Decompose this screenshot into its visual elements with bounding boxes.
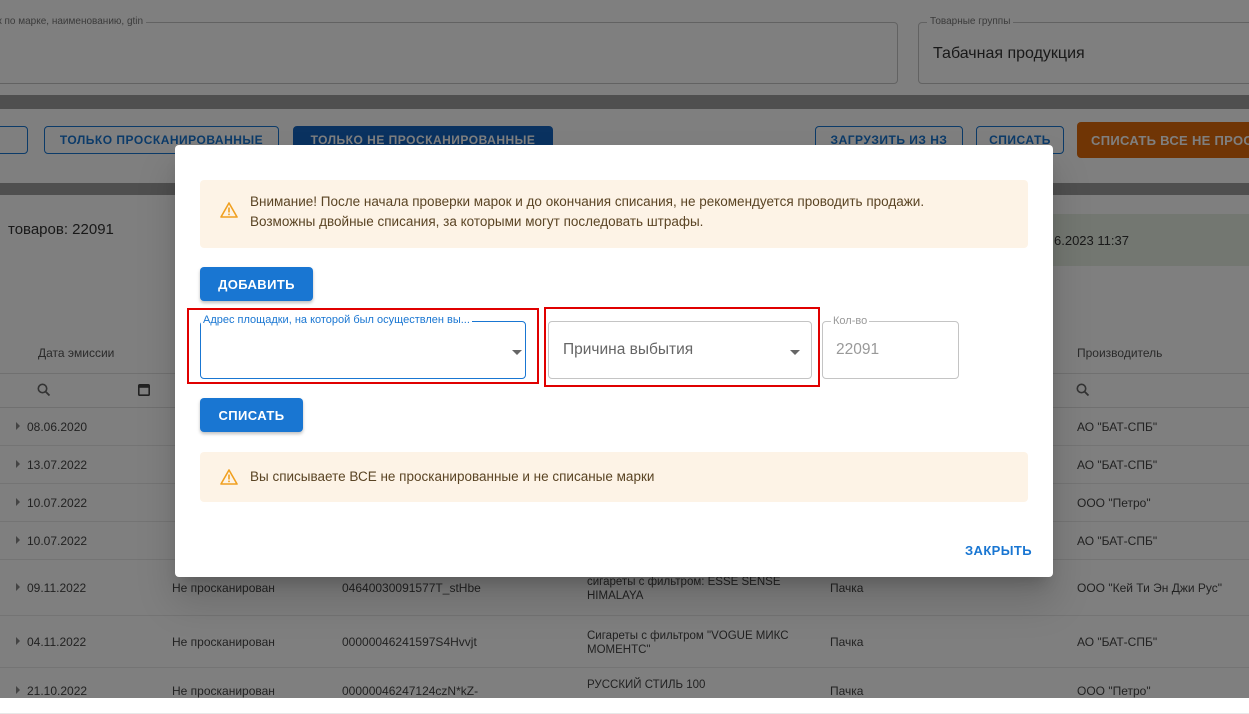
warning-icon (220, 202, 238, 218)
address-caret-icon[interactable] (512, 350, 522, 355)
add-button[interactable]: ДОБАВИТЬ (200, 267, 313, 301)
reason-select[interactable]: Причина выбытия (548, 321, 812, 379)
quantity-value: 22091 (836, 341, 880, 358)
address-select-label: Адрес площадки, на которой был осуществл… (201, 314, 472, 326)
reason-select-placeholder: Причина выбытия (563, 341, 694, 358)
warning-alert: Внимание! После начала проверки марок и … (200, 180, 1028, 248)
notice-alert: Вы списываете ВСЕ не просканированные и … (200, 452, 1028, 502)
address-select[interactable]: Адрес площадки, на которой был осуществл… (200, 314, 526, 379)
write-off-button[interactable]: СПИСАТЬ (200, 398, 303, 432)
quantity-label: Кол-во (831, 315, 870, 327)
warning-text-line2: Возможны двойные списания, за которыми м… (250, 214, 704, 229)
reason-caret-icon[interactable] (790, 350, 800, 355)
quantity-field[interactable]: Кол-во 22091 (822, 315, 959, 379)
write-off-dialog: Внимание! После начала проверки марок и … (175, 145, 1053, 577)
warning-text-line1: Внимание! После начала проверки марок и … (250, 194, 925, 209)
close-button[interactable]: ЗАКРЫТЬ (965, 543, 1032, 558)
notice-warning-icon (220, 469, 238, 485)
notice-text: Вы списываете ВСЕ не просканированные и … (250, 469, 655, 484)
